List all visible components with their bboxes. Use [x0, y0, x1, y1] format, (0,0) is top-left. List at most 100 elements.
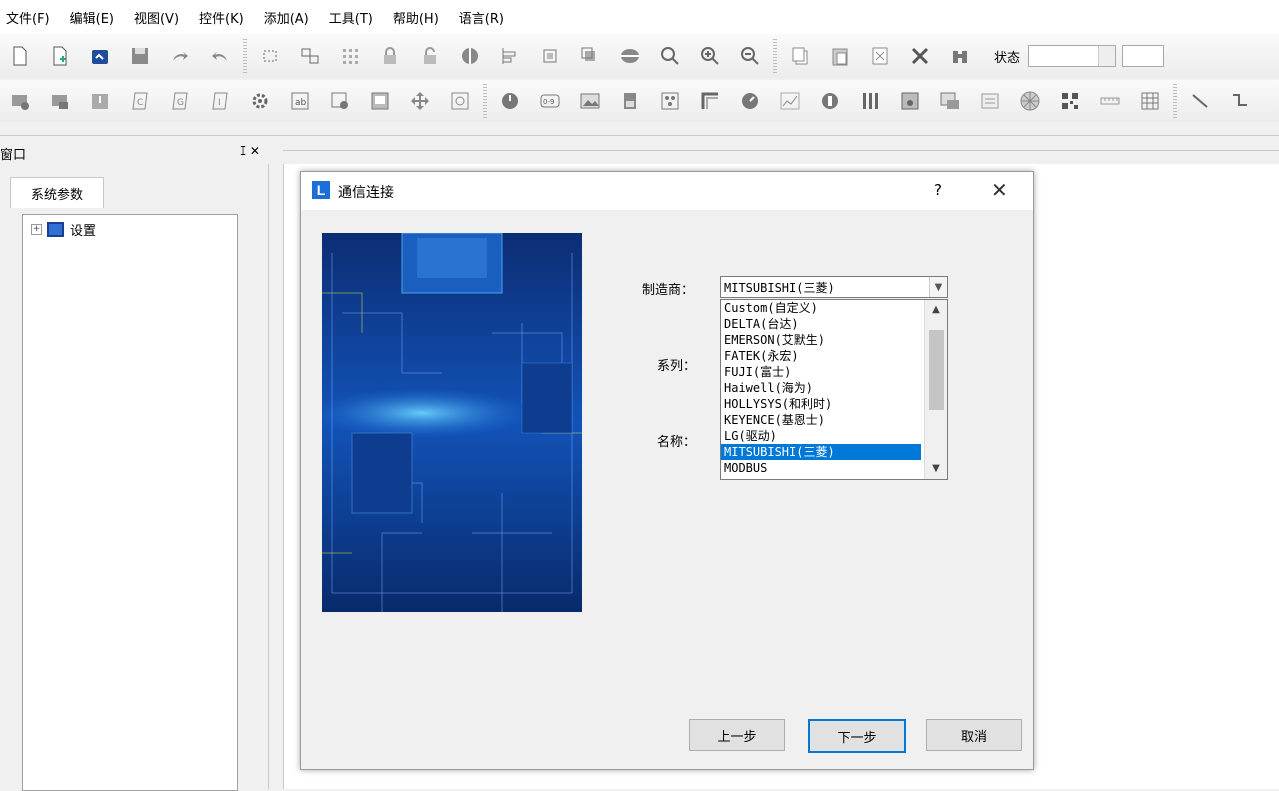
zoom-out-icon[interactable]: [739, 45, 761, 67]
dropdown-option[interactable]: LG(驱动): [721, 428, 921, 444]
new-screen-icon[interactable]: [49, 45, 71, 67]
svg-text:I: I: [218, 98, 221, 108]
trend-chart-icon[interactable]: [779, 90, 801, 112]
pane-controls[interactable]: ꕯ ✕: [240, 144, 260, 159]
undo-icon[interactable]: [209, 45, 231, 67]
dropdown-option[interactable]: KEYENCE(基恩士): [721, 412, 921, 428]
dropdown-option[interactable]: HOLLYSYS(和利时): [721, 396, 921, 412]
menu-controls[interactable]: 控件(K): [199, 8, 244, 27]
alarm-icon[interactable]: [619, 90, 641, 112]
scrollbar-thumb[interactable]: [929, 330, 944, 410]
chevron-down-icon[interactable]: ▼: [925, 461, 947, 477]
dropdown-option[interactable]: FATEK(永宏): [721, 348, 921, 364]
toolbar-separator: [243, 39, 247, 73]
pipe-icon[interactable]: [699, 90, 721, 112]
fan-icon[interactable]: [1019, 90, 1041, 112]
unlock-icon[interactable]: [419, 45, 441, 67]
comm-connection-dialog: L 通信连接 ? ✕ 制造商： 系列： 名称： MITSUBISHI(三菱) ▼…: [300, 171, 1034, 770]
save-icon[interactable]: [129, 45, 151, 67]
delete-icon[interactable]: [909, 45, 931, 67]
new-file-icon[interactable]: [9, 45, 31, 67]
stop-icon[interactable]: [819, 90, 841, 112]
layer-icon[interactable]: [579, 45, 601, 67]
tab-system-params[interactable]: 系统参数: [10, 177, 104, 208]
zoom-icon[interactable]: [659, 45, 681, 67]
polyline-icon[interactable]: [1229, 90, 1251, 112]
dropdown-option-selected[interactable]: MITSUBISHI(三菱): [721, 444, 921, 460]
zoom-in-icon[interactable]: [699, 45, 721, 67]
settings-icon[interactable]: [249, 90, 271, 112]
image-window-icon[interactable]: [369, 90, 391, 112]
tree-expander[interactable]: +: [31, 224, 42, 235]
dropdown-option[interactable]: DELTA(台达): [721, 316, 921, 332]
wizard-banner-image: [322, 233, 582, 612]
text-box-icon[interactable]: [979, 90, 1001, 112]
indicator-icon[interactable]: [659, 90, 681, 112]
picture-icon[interactable]: [579, 90, 601, 112]
table-icon[interactable]: [1139, 90, 1161, 112]
menu-view[interactable]: 视图(V): [134, 8, 179, 27]
find-icon[interactable]: [949, 45, 971, 67]
manufacturer-label: 制造商：: [642, 283, 695, 298]
bar-graph-icon[interactable]: [859, 90, 881, 112]
status-combo[interactable]: [1028, 45, 1117, 67]
user-icon[interactable]: [329, 90, 351, 112]
dropdown-option[interactable]: MODBUS: [721, 460, 921, 476]
move-icon[interactable]: [409, 90, 431, 112]
text-icon[interactable]: ab: [289, 90, 311, 112]
global-script-icon[interactable]: G: [169, 90, 191, 112]
status-label: 状态: [994, 50, 1021, 66]
menu-file[interactable]: 文件(F): [6, 8, 50, 27]
menu-help[interactable]: 帮助(H): [393, 8, 439, 27]
close-button[interactable]: ✕: [991, 178, 1008, 202]
help-button[interactable]: ?: [934, 181, 942, 199]
ungroup-icon[interactable]: [299, 45, 321, 67]
cancel-button[interactable]: 取消: [926, 719, 1022, 751]
init-script-icon[interactable]: I: [209, 90, 231, 112]
next-step-button[interactable]: 下一步: [808, 719, 906, 753]
numeric-input-icon[interactable]: 0-9: [539, 90, 561, 112]
dropdown-option[interactable]: Custom(自定义): [721, 300, 921, 316]
qr-code-icon[interactable]: [1059, 90, 1081, 112]
gauge-icon[interactable]: [739, 90, 761, 112]
open-project-icon[interactable]: [89, 45, 111, 67]
pane-splitter[interactable]: [268, 164, 269, 789]
power-button-icon[interactable]: [499, 90, 521, 112]
menu-tools[interactable]: 工具(T): [329, 8, 373, 27]
recipe-icon[interactable]: [899, 90, 921, 112]
paste-icon[interactable]: [829, 45, 851, 67]
dropdown-option[interactable]: FUJI(富士): [721, 364, 921, 380]
hide-icon[interactable]: [619, 45, 641, 67]
flip-icon[interactable]: [459, 45, 481, 67]
copy-icon[interactable]: [789, 45, 811, 67]
controls-toolbar: C G I ab 0-9: [0, 80, 1279, 122]
dropdown-option[interactable]: EMERSON(艾默生): [721, 332, 921, 348]
screen-copy-icon[interactable]: [49, 90, 71, 112]
redo-icon[interactable]: [169, 45, 191, 67]
ruler-icon[interactable]: [1099, 90, 1121, 112]
dialog-titlebar: L 通信连接 ? ✕: [301, 172, 1033, 210]
screen-delete-icon[interactable]: [9, 90, 31, 112]
script-icon[interactable]: C: [129, 90, 151, 112]
at-icon[interactable]: [449, 90, 471, 112]
align-left-icon[interactable]: [499, 45, 521, 67]
menu-edit[interactable]: 编辑(E): [70, 8, 114, 27]
dropdown-scrollbar[interactable]: ▲ ▼: [924, 300, 947, 479]
chevron-up-icon[interactable]: ▲: [925, 302, 947, 318]
dropdown-option[interactable]: Haiwell(海为): [721, 380, 921, 396]
menu-add[interactable]: 添加(A): [264, 8, 309, 27]
grid-icon[interactable]: [339, 45, 361, 67]
lock-icon[interactable]: [379, 45, 401, 67]
line-icon[interactable]: [1189, 90, 1211, 112]
tree-node-settings[interactable]: + 设置: [31, 220, 96, 239]
size-icon[interactable]: [539, 45, 561, 67]
cut-icon[interactable]: [869, 45, 891, 67]
menu-language[interactable]: 语言(R): [459, 8, 504, 27]
message-icon[interactable]: [939, 90, 961, 112]
download-icon[interactable]: [89, 90, 111, 112]
prev-step-button[interactable]: 上一步: [689, 719, 785, 751]
chevron-down-icon[interactable]: ▼: [929, 277, 947, 297]
manufacturer-combo[interactable]: MITSUBISHI(三菱) ▼: [720, 276, 948, 298]
group-icon[interactable]: [259, 45, 281, 67]
status-input[interactable]: [1122, 45, 1165, 67]
